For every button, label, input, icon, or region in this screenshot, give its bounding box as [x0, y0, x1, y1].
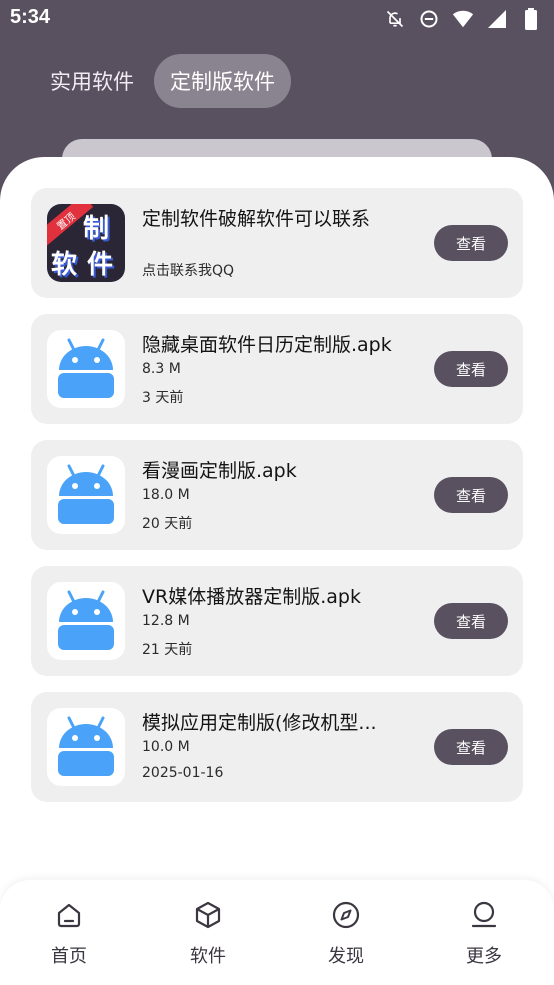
list-item[interactable]: 看漫画定制版.apk 18.0 M 20 天前 查看	[31, 440, 523, 550]
category-tabs: 实用软件 定制版软件	[34, 54, 291, 108]
app-size: 18.0 M	[142, 487, 190, 503]
list-item[interactable]: 隐藏桌面软件日历定制版.apk 8.3 M 3 天前 查看	[31, 314, 523, 424]
status-time: 5:34	[10, 6, 51, 28]
view-button[interactable]: 查看	[434, 729, 508, 765]
signal-icon	[486, 8, 508, 30]
tab-useful-software[interactable]: 实用软件	[34, 54, 150, 108]
nav-home[interactable]: 首页	[29, 900, 109, 968]
android-icon	[47, 708, 125, 786]
person-icon	[471, 901, 497, 928]
app-title: VR媒体播放器定制版.apk	[142, 586, 361, 608]
status-bar: 5:34	[0, 0, 554, 40]
view-button[interactable]: 查看	[434, 225, 508, 261]
list-item[interactable]: VR媒体播放器定制版.apk 12.8 M 21 天前 查看	[31, 566, 523, 676]
nav-more[interactable]: 更多	[444, 900, 524, 968]
app-size: 10.0 M	[142, 739, 190, 755]
app-title: 模拟应用定制版(修改机型...	[142, 712, 377, 734]
custom-software-promo-icon: 置顶 制 软 件	[47, 204, 125, 282]
battery-icon	[520, 8, 542, 30]
view-button[interactable]: 查看	[434, 603, 508, 639]
app-contact-text: 点击联系我QQ	[142, 263, 235, 279]
do-not-disturb-icon	[418, 8, 440, 30]
android-icon	[47, 456, 125, 534]
home-icon	[57, 903, 81, 928]
nav-label: 首页	[51, 946, 87, 967]
list-item[interactable]: 模拟应用定制版(修改机型... 10.0 M 2025-01-16 查看	[31, 692, 523, 802]
list-item[interactable]: 置顶 制 软 件 定制软件破解软件可以联系 点击联系我QQ 查看	[31, 188, 523, 298]
app-date: 3 天前	[142, 390, 184, 406]
nav-software[interactable]: 软件	[168, 900, 248, 968]
nav-label: 发现	[328, 946, 364, 967]
app-date: 2025-01-16	[142, 765, 224, 781]
app-date: 20 天前	[142, 516, 193, 532]
app-size: 8.3 M	[142, 361, 181, 377]
nav-label: 软件	[190, 946, 226, 967]
android-icon	[47, 330, 125, 408]
tab-custom-software[interactable]: 定制版软件	[154, 54, 291, 108]
bottom-navigation: 首页 软件 发现 更多	[0, 880, 554, 985]
app-title: 看漫画定制版.apk	[142, 460, 297, 482]
notifications-off-icon	[384, 8, 406, 30]
app-title: 隐藏桌面软件日历定制版.apk	[142, 334, 392, 356]
app-title: 定制软件破解软件可以联系	[142, 208, 371, 230]
app-date: 21 天前	[142, 642, 193, 658]
nav-label: 更多	[466, 946, 502, 967]
view-button[interactable]: 查看	[434, 477, 508, 513]
wifi-icon	[452, 8, 474, 30]
compass-icon	[332, 901, 360, 929]
app-size: 12.8 M	[142, 613, 190, 629]
nav-discover[interactable]: 发现	[306, 900, 386, 968]
cube-icon	[195, 901, 221, 929]
view-button[interactable]: 查看	[434, 351, 508, 387]
status-icons	[384, 8, 542, 30]
android-icon	[47, 582, 125, 660]
